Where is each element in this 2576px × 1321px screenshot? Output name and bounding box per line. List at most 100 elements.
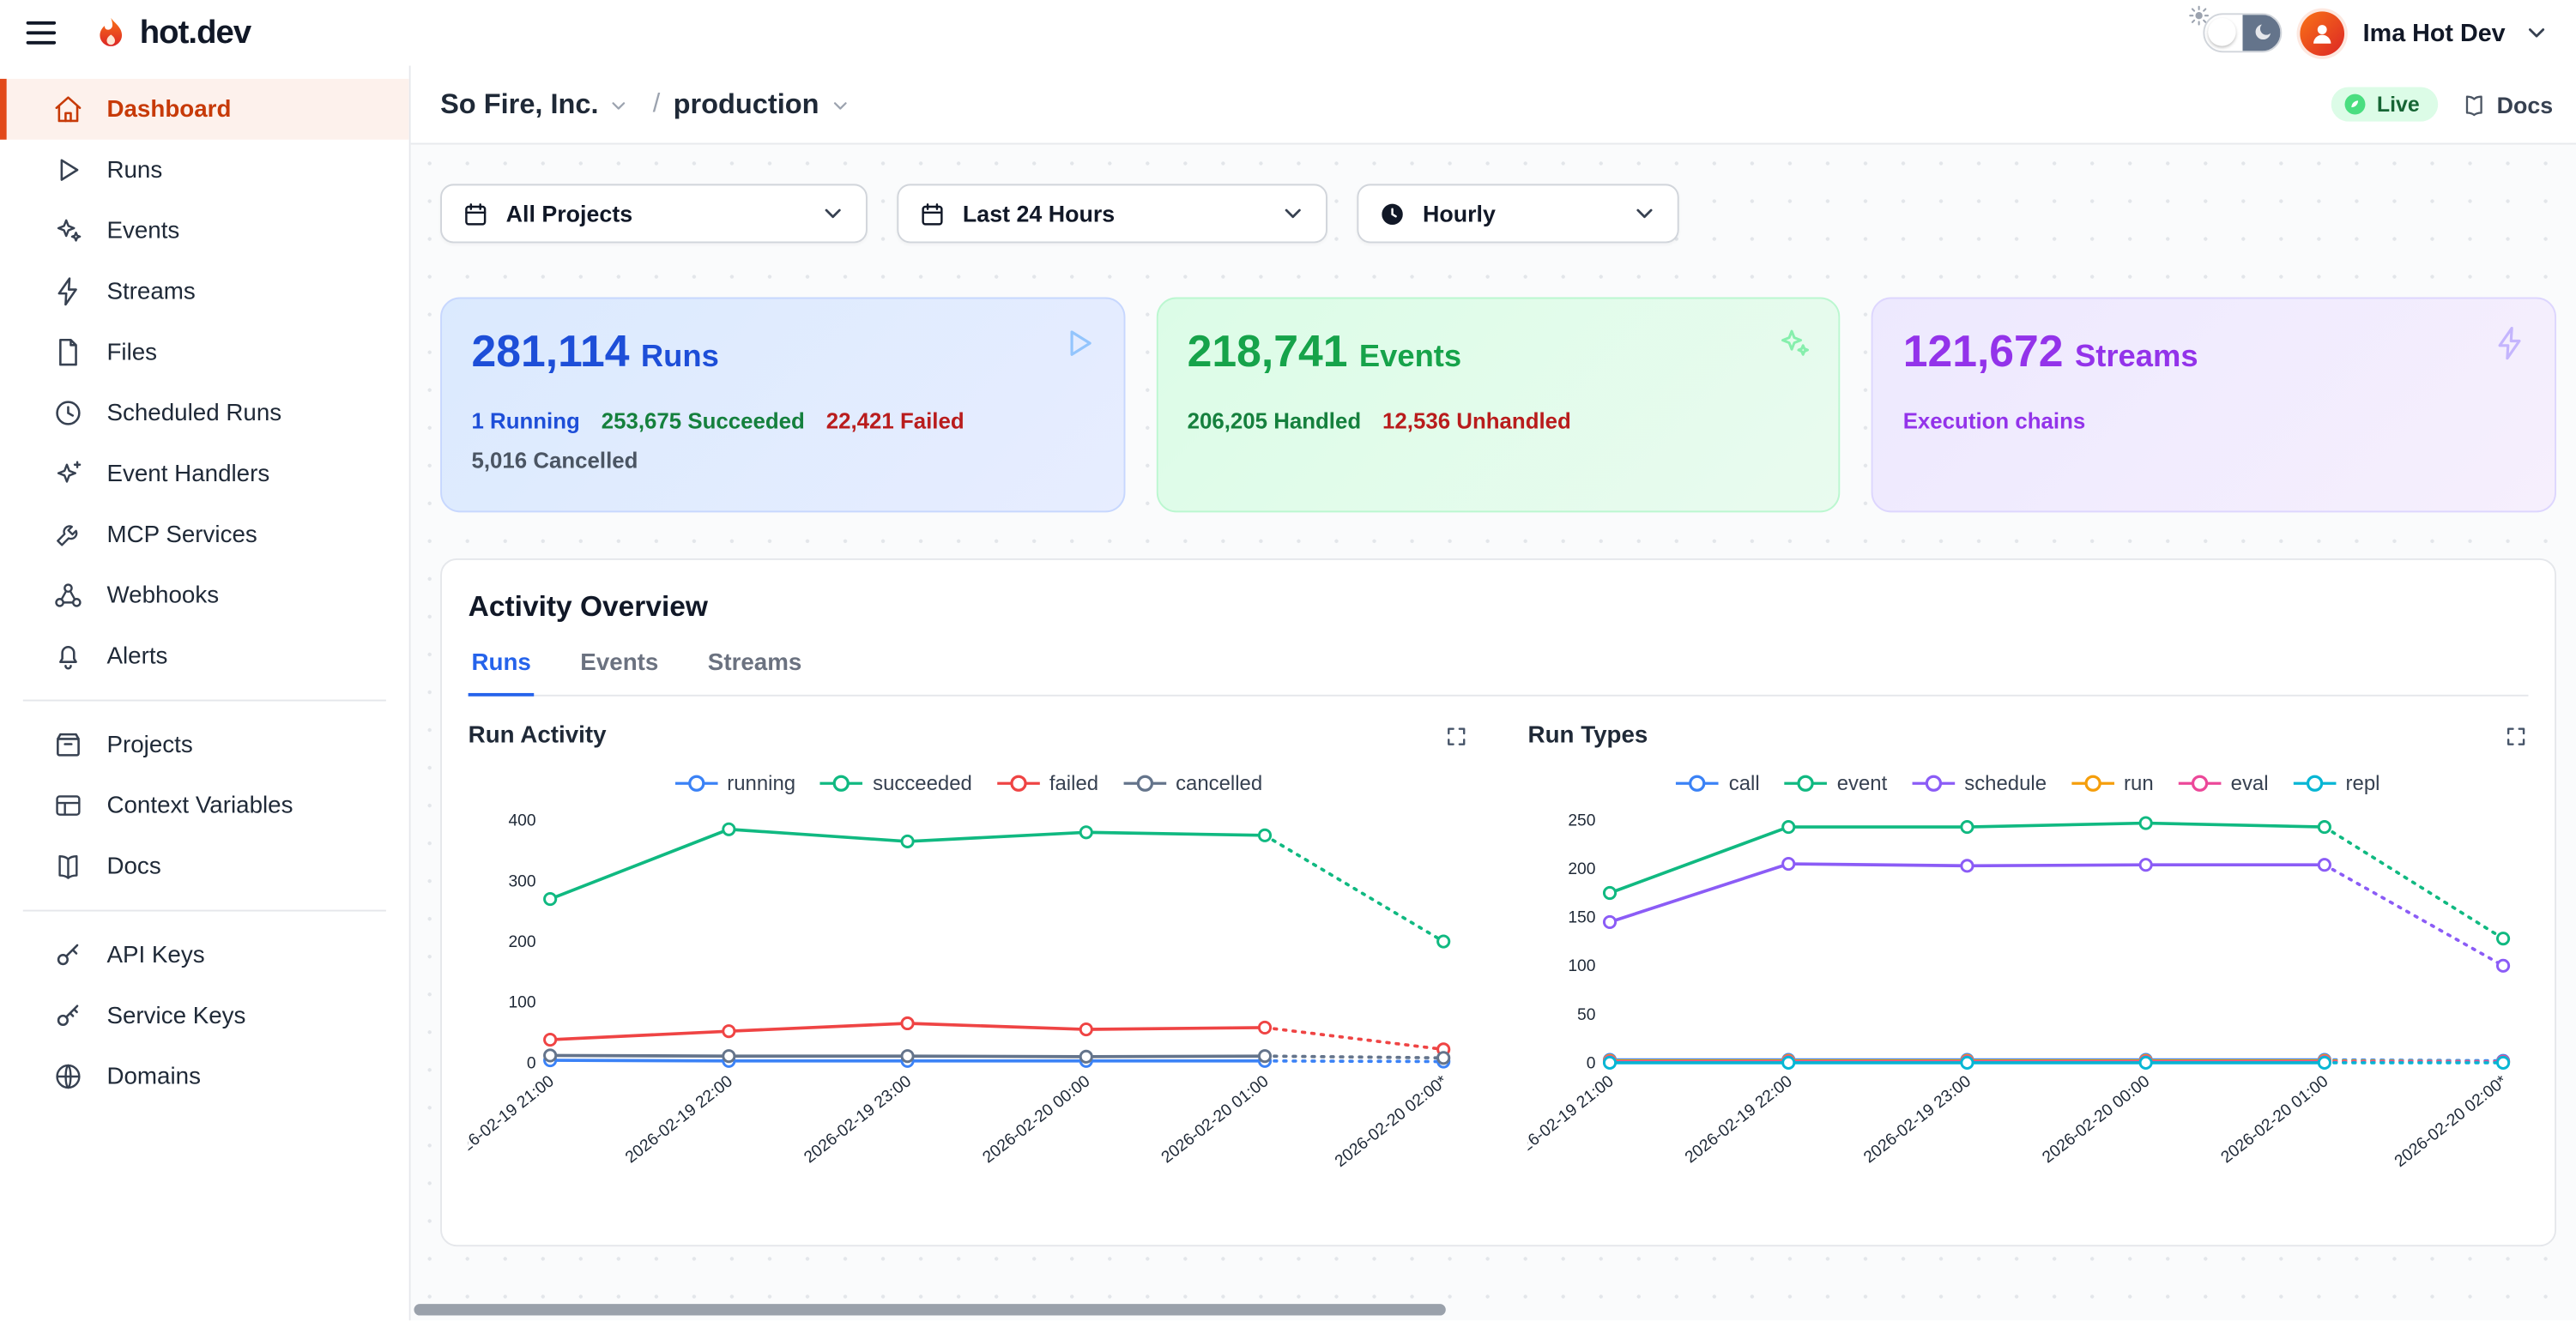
svg-text:250: 250 bbox=[1568, 812, 1595, 830]
legend-item-event[interactable]: event bbox=[1784, 772, 1887, 795]
sidebar-item-events[interactable]: Events bbox=[0, 201, 409, 262]
sidebar-item-service-keys[interactable]: Service Keys bbox=[0, 986, 409, 1047]
stat-cards-row: 281,114Runs 1 Running 253,675 Succeeded … bbox=[440, 298, 2556, 513]
docs-link[interactable]: Docs bbox=[2461, 91, 2554, 118]
app-root: hot.dev bbox=[0, 0, 2576, 1320]
sidebar-item-label: Files bbox=[106, 339, 157, 365]
svg-text:200: 200 bbox=[508, 933, 535, 951]
play-icon bbox=[52, 154, 83, 185]
svg-text:2026-02-20 02:00*: 2026-02-20 02:00* bbox=[2392, 1072, 2511, 1171]
chevron-down-icon[interactable] bbox=[608, 95, 630, 117]
line-chart: 01002003004002026-02-19 21:002026-02-19 … bbox=[469, 798, 1469, 1195]
events-stat-card: 218,741Events 206,205 Handled 12,536 Unh… bbox=[1156, 298, 1841, 513]
sidebar-item-event-handlers[interactable]: Event Handlers bbox=[0, 443, 409, 504]
svg-text:0: 0 bbox=[1587, 1054, 1596, 1072]
expand-icon[interactable] bbox=[2504, 723, 2529, 748]
svg-text:50: 50 bbox=[1577, 1006, 1595, 1024]
sidebar-item-label: Alerts bbox=[106, 643, 167, 670]
chevron-down-icon[interactable] bbox=[2524, 20, 2550, 46]
file-icon bbox=[52, 336, 83, 367]
run-types-chart: Run Types calleventschedulerunevalrepl 0… bbox=[1528, 722, 2529, 1195]
app-logo[interactable]: hot.dev bbox=[92, 14, 251, 51]
sidebar-item-projects[interactable]: Projects bbox=[0, 715, 409, 775]
legend-item-cancelled[interactable]: cancelled bbox=[1123, 772, 1262, 795]
sidebar-item-files[interactable]: Files bbox=[0, 322, 409, 383]
events-handled-stat: 206,205 Handled bbox=[1188, 409, 1362, 434]
streams-subtitle: Execution chains bbox=[1903, 409, 2086, 434]
sidebar-item-label: Scheduled Runs bbox=[106, 400, 281, 426]
legend-item-schedule[interactable]: schedule bbox=[1912, 772, 2047, 795]
tab-runs[interactable]: Runs bbox=[469, 650, 535, 697]
tab-streams[interactable]: Streams bbox=[704, 650, 805, 697]
legend-item-eval[interactable]: eval bbox=[2178, 772, 2268, 795]
live-status-badge[interactable]: Live bbox=[2331, 87, 2437, 121]
breadcrumb-org[interactable]: So Fire, Inc. bbox=[440, 87, 598, 120]
theme-toggle[interactable] bbox=[2189, 13, 2283, 52]
sidebar-item-label: Service Keys bbox=[106, 1003, 245, 1029]
events-unit: Events bbox=[1359, 340, 1461, 374]
archive-box-icon bbox=[52, 729, 83, 760]
dashboard-content: All Projects Last 24 Hours bbox=[411, 144, 2576, 1320]
sidebar-item-docs[interactable]: Docs bbox=[0, 836, 409, 897]
breadcrumb-env[interactable]: production bbox=[674, 87, 819, 120]
calendar-icon bbox=[462, 200, 490, 228]
bell-icon bbox=[52, 641, 83, 672]
legend-item-repl[interactable]: repl bbox=[2293, 772, 2379, 795]
events-unhandled-stat: 12,536 Unhandled bbox=[1382, 409, 1571, 434]
lightning-icon bbox=[2492, 325, 2528, 370]
avatar[interactable] bbox=[2301, 10, 2345, 55]
calendar-icon bbox=[918, 200, 946, 228]
svg-text:100: 100 bbox=[1568, 957, 1595, 975]
svg-text:2026-02-20 02:00*: 2026-02-20 02:00* bbox=[1332, 1072, 1451, 1171]
runs-cancelled-stat: 5,016 Cancelled bbox=[471, 449, 638, 474]
legend-marker bbox=[1677, 774, 1720, 793]
legend-marker bbox=[997, 774, 1040, 793]
chevron-down-icon[interactable] bbox=[829, 95, 850, 117]
sidebar-item-label: Event Handlers bbox=[106, 461, 269, 487]
legend-item-run[interactable]: run bbox=[2071, 772, 2154, 795]
runs-count: 281,114 bbox=[471, 327, 629, 376]
interval-filter-select[interactable]: Hourly bbox=[1357, 184, 1678, 243]
user-name[interactable]: Ima Hot Dev bbox=[2363, 19, 2506, 47]
sparkle-plus-icon bbox=[52, 458, 83, 489]
legend-marker bbox=[2293, 774, 2336, 793]
sidebar-item-domains[interactable]: Domains bbox=[0, 1047, 409, 1107]
chart-legend: running succeeded failed cancelled bbox=[469, 772, 1469, 795]
book-icon bbox=[52, 851, 83, 882]
time-range-filter-value: Last 24 Hours bbox=[963, 201, 1115, 227]
sidebar-item-label: Dashboard bbox=[106, 96, 231, 123]
menu-button[interactable] bbox=[27, 11, 70, 54]
svg-text:2026-02-19 21:00: 2026-02-19 21:00 bbox=[469, 1072, 558, 1167]
legend-item-running[interactable]: running bbox=[674, 772, 795, 795]
moon-icon bbox=[2252, 21, 2274, 51]
sidebar-item-alerts[interactable]: Alerts bbox=[0, 625, 409, 686]
sidebar-item-dashboard[interactable]: Dashboard bbox=[0, 79, 409, 140]
sidebar-item-streams[interactable]: Streams bbox=[0, 261, 409, 322]
line-chart: 0501001502002502026-02-19 21:002026-02-1… bbox=[1528, 798, 2529, 1195]
sidebar-item-runs[interactable]: Runs bbox=[0, 140, 409, 201]
key-icon bbox=[52, 1000, 83, 1031]
sidebar-item-api-keys[interactable]: API Keys bbox=[0, 925, 409, 986]
horizontal-scrollbar-thumb[interactable] bbox=[414, 1304, 1445, 1315]
project-filter-value: All Projects bbox=[506, 201, 632, 227]
sidebar-item-mcp-services[interactable]: MCP Services bbox=[0, 504, 409, 565]
tab-events[interactable]: Events bbox=[577, 650, 662, 697]
streams-stat-card: 121,672Streams Execution chains bbox=[1872, 298, 2556, 513]
legend-item-call[interactable]: call bbox=[1677, 772, 1760, 795]
sidebar-item-label: Projects bbox=[106, 732, 192, 758]
svg-text:2026-02-19 23:00: 2026-02-19 23:00 bbox=[801, 1072, 915, 1167]
sidebar-item-label: MCP Services bbox=[106, 522, 257, 548]
svg-text:2026-02-20 00:00: 2026-02-20 00:00 bbox=[2039, 1072, 2153, 1167]
interval-filter-value: Hourly bbox=[1423, 201, 1496, 227]
time-range-filter-select[interactable]: Last 24 Hours bbox=[897, 184, 1327, 243]
sidebar-item-scheduled-runs[interactable]: Scheduled Runs bbox=[0, 383, 409, 443]
expand-icon[interactable] bbox=[1444, 723, 1469, 748]
legend-item-succeeded[interactable]: succeeded bbox=[820, 772, 972, 795]
sidebar-item-webhooks[interactable]: Webhooks bbox=[0, 565, 409, 626]
sidebar-item-label: Docs bbox=[106, 854, 160, 880]
sidebar-item-context-variables[interactable]: Context Variables bbox=[0, 775, 409, 836]
sidebar-item-label: Webhooks bbox=[106, 582, 219, 609]
project-filter-select[interactable]: All Projects bbox=[440, 184, 868, 243]
legend-item-failed[interactable]: failed bbox=[997, 772, 1098, 795]
runs-succeeded-stat: 253,675 Succeeded bbox=[602, 409, 805, 434]
